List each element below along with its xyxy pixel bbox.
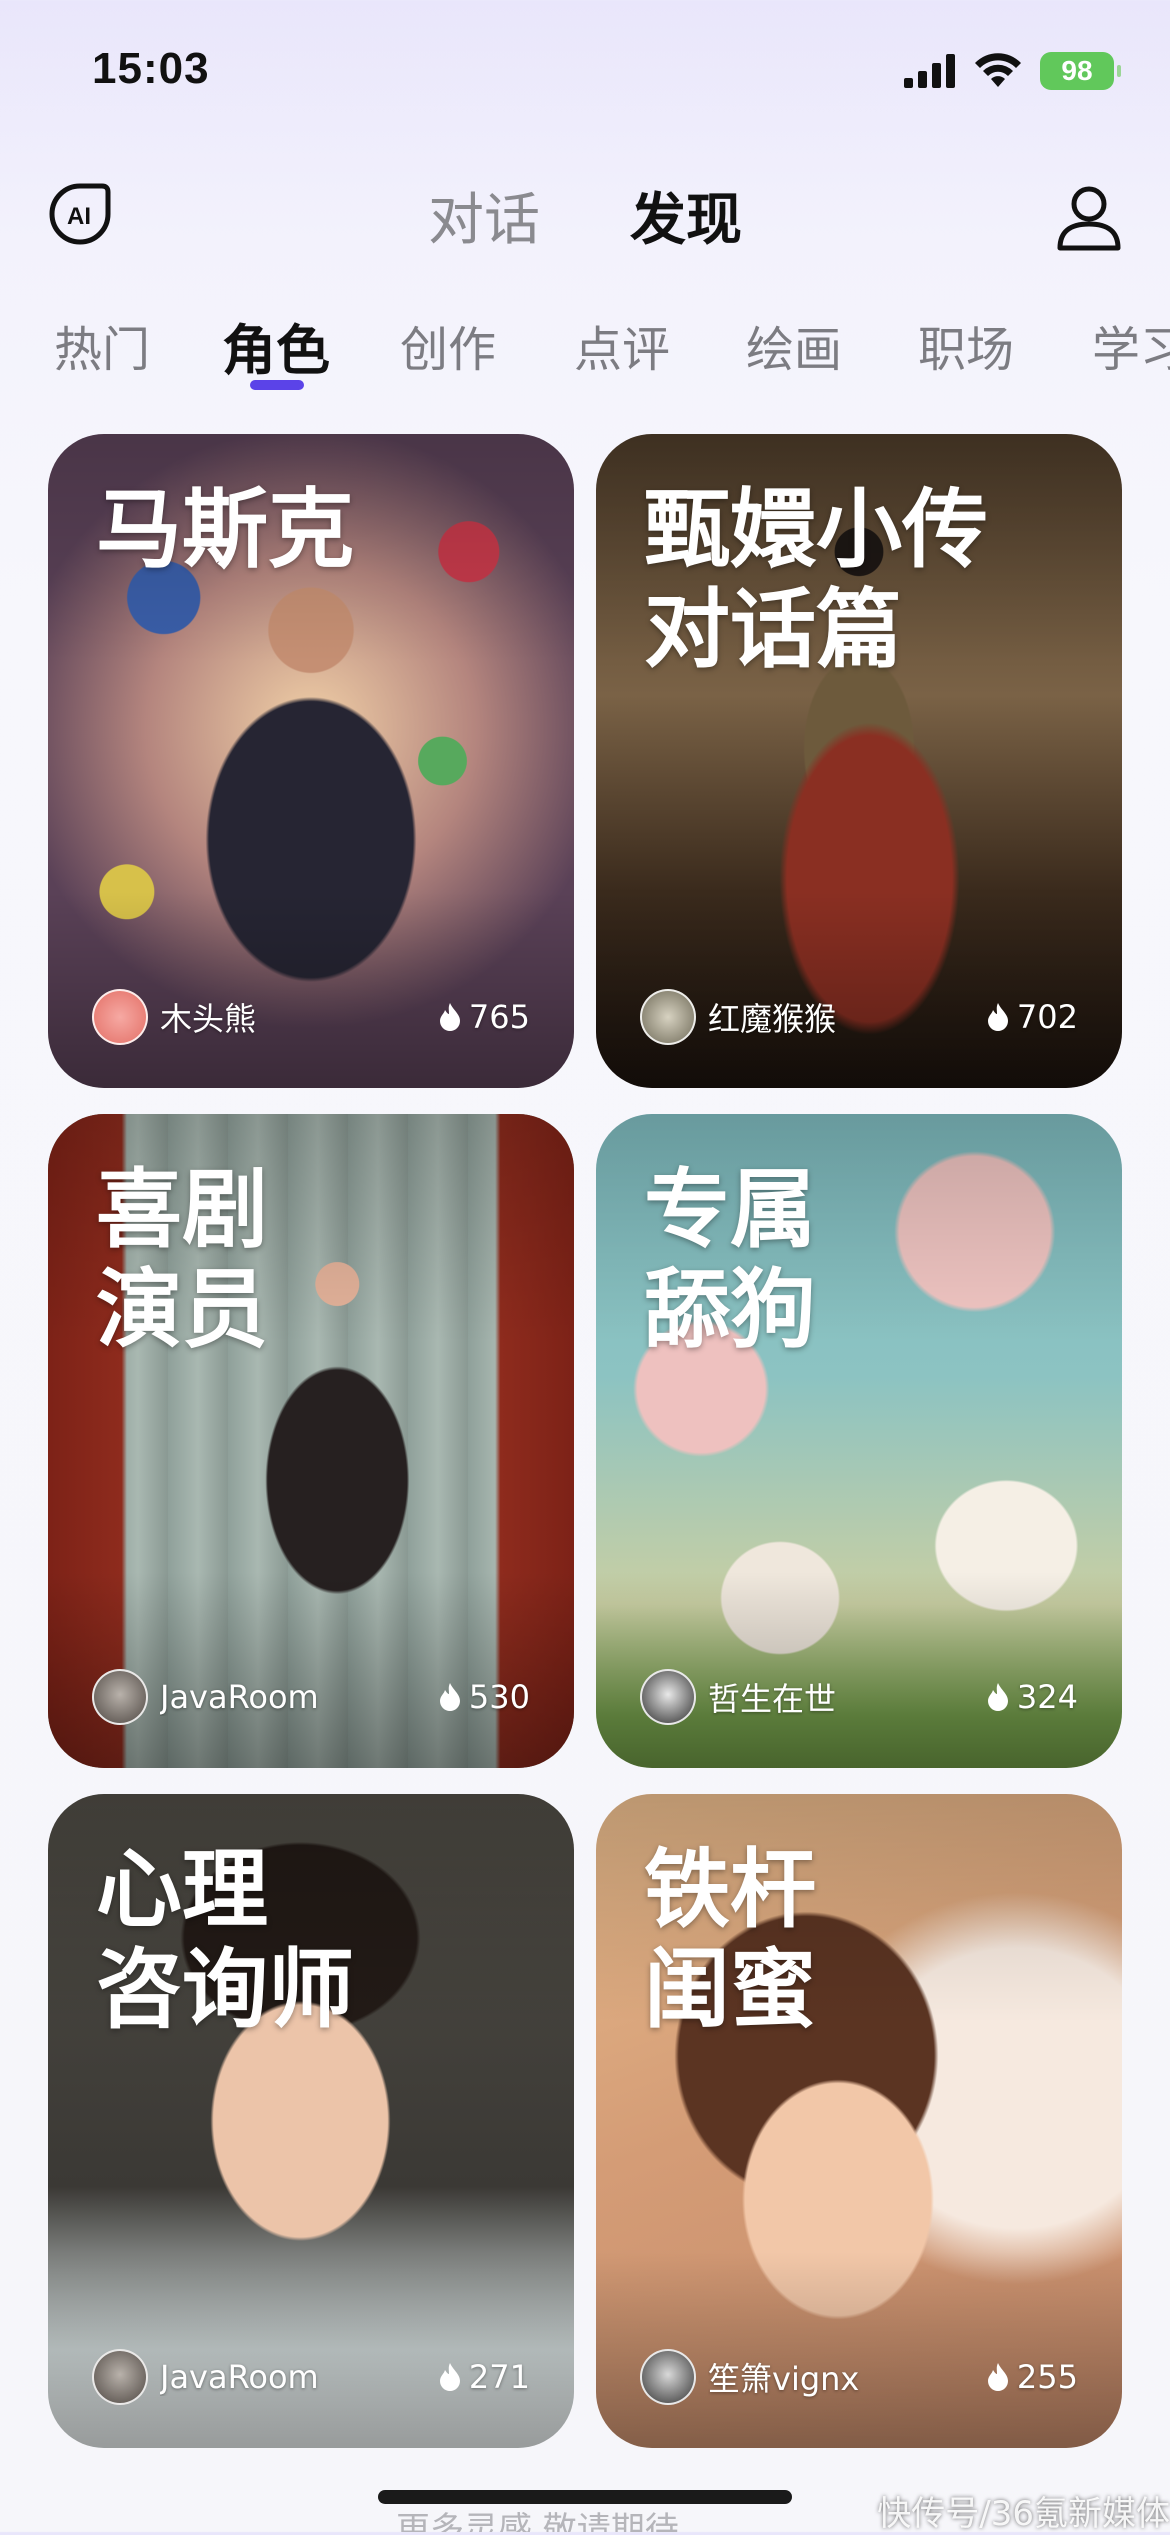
category-tabs: 热门 角色 创作 点评 绘画 职场 学习 bbox=[0, 300, 1170, 400]
flame-icon bbox=[439, 2363, 460, 2391]
flame-icon bbox=[987, 1683, 1008, 1711]
author-name: JavaRoom bbox=[160, 1678, 319, 1716]
watermark-text: 快传号/36氪新媒体 bbox=[877, 2494, 1170, 2534]
category-tab-drawing[interactable]: 绘画 bbox=[746, 310, 842, 380]
card-title: 铁杆 闺蜜 bbox=[644, 1840, 816, 2040]
battery-icon: 98 bbox=[1040, 52, 1121, 90]
heat-count: 765 bbox=[437, 998, 530, 1036]
home-indicator[interactable] bbox=[378, 2490, 792, 2504]
role-card-simp[interactable]: 专属 舔狗 哲生在世 324 bbox=[596, 1114, 1122, 1768]
card-footer: JavaRoom 271 bbox=[92, 2348, 530, 2406]
author-name: 哲生在世 bbox=[708, 1680, 837, 1718]
card-title: 马斯克 bbox=[96, 480, 354, 580]
heat-count: 324 bbox=[985, 1678, 1078, 1716]
heat-count: 530 bbox=[437, 1678, 530, 1716]
flame-icon bbox=[987, 2363, 1008, 2391]
heat-count-value: 702 bbox=[1016, 998, 1078, 1036]
heat-count-value: 271 bbox=[468, 2358, 530, 2396]
heat-count-value: 530 bbox=[468, 1678, 530, 1716]
author-name: JavaRoom bbox=[160, 2358, 319, 2396]
avatar bbox=[640, 1669, 696, 1725]
category-tab-review[interactable]: 点评 bbox=[574, 310, 670, 380]
card-title: 专属 舔狗 bbox=[644, 1160, 816, 1360]
wifi-icon bbox=[975, 53, 1021, 87]
card-footer: 木头熊 765 bbox=[92, 988, 530, 1046]
role-card-musk[interactable]: 马斯克 木头熊 765 bbox=[48, 434, 574, 1088]
card-footer: JavaRoom 530 bbox=[92, 1668, 530, 1726]
category-tab-study[interactable]: 学习 bbox=[1092, 310, 1170, 380]
active-tab-indicator bbox=[250, 380, 304, 390]
author-name: 红魔猴猴 bbox=[708, 1000, 837, 1038]
signal-icon bbox=[904, 54, 955, 88]
flame-icon bbox=[987, 1003, 1008, 1031]
card-title: 喜剧 演员 bbox=[96, 1160, 268, 1360]
heat-count: 255 bbox=[985, 2358, 1078, 2396]
card-title: 心理 咨询师 bbox=[96, 1840, 354, 2040]
tab-chat[interactable]: 对话 bbox=[428, 175, 540, 256]
top-header: AI 对话 发现 bbox=[0, 160, 1170, 270]
heat-count: 271 bbox=[437, 2358, 530, 2396]
category-tab-workplace[interactable]: 职场 bbox=[918, 310, 1014, 380]
heat-count: 702 bbox=[985, 998, 1078, 1036]
avatar bbox=[92, 1669, 148, 1725]
tab-discover[interactable]: 发现 bbox=[630, 175, 742, 256]
category-tab-hot[interactable]: 热门 bbox=[54, 310, 150, 380]
card-footer: 笙箫vignx 255 bbox=[640, 2348, 1078, 2406]
heat-count-value: 255 bbox=[1016, 2358, 1078, 2396]
avatar bbox=[92, 2349, 148, 2405]
heat-count-value: 324 bbox=[1016, 1678, 1078, 1716]
flame-icon bbox=[439, 1003, 460, 1031]
role-card-counselor[interactable]: 心理 咨询师 JavaRoom 271 bbox=[48, 1794, 574, 2448]
flame-icon bbox=[439, 1683, 460, 1711]
header-tabs: 对话 发现 bbox=[0, 160, 1170, 270]
author-name: 木头熊 bbox=[160, 1000, 257, 1038]
category-tab-role[interactable]: 角色 bbox=[222, 306, 330, 385]
role-card-comedian[interactable]: 喜剧 演员 JavaRoom 530 bbox=[48, 1114, 574, 1768]
role-card-zhenhuan[interactable]: 甄嬛小传 对话篇 红魔猴猴 702 bbox=[596, 434, 1122, 1088]
status-time: 15:03 bbox=[92, 44, 210, 93]
status-bar: 15:03 98 bbox=[0, 0, 1170, 150]
avatar bbox=[640, 2349, 696, 2405]
bottom-peek-text: 更多灵感 敬请期待 bbox=[396, 2510, 679, 2532]
card-footer: 哲生在世 324 bbox=[640, 1668, 1078, 1726]
role-card-bestie[interactable]: 铁杆 闺蜜 笙箫vignx 255 bbox=[596, 1794, 1122, 2448]
category-tab-create[interactable]: 创作 bbox=[400, 310, 496, 380]
heat-count-value: 765 bbox=[468, 998, 530, 1036]
author-name: 笙箫vignx bbox=[708, 2360, 860, 2398]
avatar bbox=[92, 989, 148, 1045]
card-footer: 红魔猴猴 702 bbox=[640, 988, 1078, 1046]
avatar bbox=[640, 989, 696, 1045]
card-title: 甄嬛小传 对话篇 bbox=[644, 480, 988, 680]
user-icon[interactable] bbox=[1054, 182, 1124, 252]
status-icons: 98 bbox=[904, 48, 1121, 94]
